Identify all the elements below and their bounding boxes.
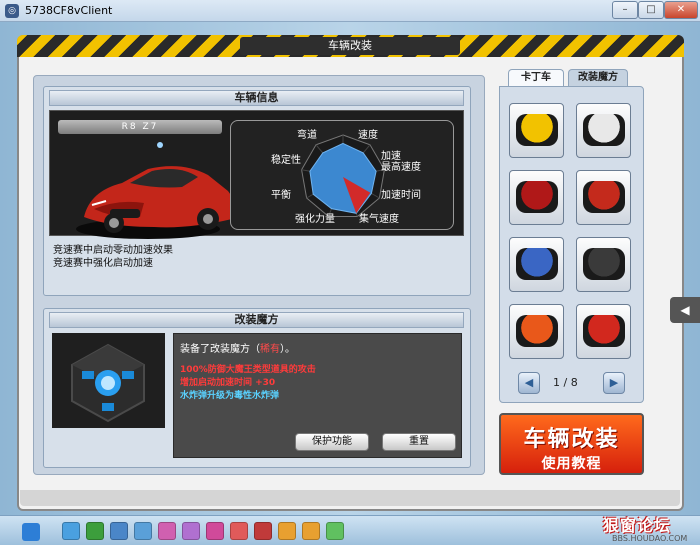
tab-karts[interactable]: 卡丁车 (508, 69, 564, 86)
stat-label-speed: 速度 (358, 130, 378, 141)
effect-line: 竞速赛中强化启动加速 (53, 258, 153, 269)
kart-blue-red-icon (516, 248, 558, 280)
kart-slot[interactable] (509, 170, 564, 225)
effect-line: 竞速赛中启动零动加速效果 (53, 245, 173, 256)
app-icon: ◎ (5, 4, 19, 18)
protect-function-button[interactable]: 保护功能 (295, 433, 369, 451)
taskbar-app-icon[interactable] (110, 522, 128, 540)
taskbar-app-icon[interactable] (254, 522, 272, 540)
kart-slot[interactable] (509, 237, 564, 292)
mod-effect-line-3: 水炸弹升级为毒性水炸弹 (180, 391, 280, 401)
kart-red-black-1-icon (516, 181, 558, 213)
kart-slot[interactable] (576, 103, 631, 158)
taskbar-app-icon[interactable] (158, 522, 176, 540)
dialog-title: 车辆改装 (240, 37, 460, 55)
taskbar-app-icon[interactable] (182, 522, 200, 540)
minimize-button[interactable]: – (612, 1, 638, 19)
kart-red-black-2-icon (583, 181, 625, 213)
stat-label-accel-time: 加速时间 (381, 190, 421, 201)
mod-effect-line-2: 增加启动加速时间 +30 (180, 378, 276, 388)
watermark-logo: 狠窗论坛 (603, 516, 672, 535)
stat-label-enhance-power: 强化力量 (295, 214, 335, 225)
dialog-footer (20, 490, 680, 506)
taskbar-app-icon[interactable] (230, 522, 248, 540)
taskbar-app-icon[interactable] (86, 522, 104, 540)
rarity-label: 稀有 (260, 344, 280, 355)
mod-cube-header: 改装魔方 (49, 312, 464, 328)
taskbar (0, 515, 700, 545)
tab-mod-cube[interactable]: 改装魔方 (568, 69, 628, 86)
mod-cube-intro: 装备了改装魔方（稀有）。 (180, 340, 295, 355)
stat-label-boost-charge: 集气速度 (359, 214, 399, 225)
stat-label-cornering: 弯道 (297, 130, 317, 141)
vehicle-effects: 竞速赛中启动零动加速效果 竞速赛中强化启动加速 (53, 244, 173, 270)
watermark-url: BBS.HOUDAO.COM (612, 534, 688, 543)
kart-slot[interactable] (576, 237, 631, 292)
side-panel-toggle[interactable]: ◀ (670, 297, 700, 323)
kart-red-white-icon (583, 315, 625, 347)
mod-cube-icon (71, 343, 145, 423)
taskbar-app-icon[interactable] (326, 522, 344, 540)
kart-slot[interactable] (576, 304, 631, 359)
start-icon[interactable] (22, 523, 40, 541)
stats-radar-chart: 弯道 速度 加速 最高速度 加速时间 集气速度 强化力量 平衡 稳定性 (230, 120, 454, 230)
taskbar-app-icon[interactable] (134, 522, 152, 540)
kart-white-red-icon (583, 114, 625, 146)
intro-prefix: 装备了改装魔方（ (180, 344, 260, 355)
maximize-button[interactable]: □ (638, 1, 664, 19)
stat-label-balance: 平衡 (271, 190, 291, 201)
car-name: R8 Z7 (58, 120, 222, 134)
taskbar-app-icon[interactable] (62, 522, 80, 540)
taskbar-app-icon[interactable] (302, 522, 320, 540)
mod-cube-preview (52, 333, 165, 428)
next-page-button[interactable]: ▶ (603, 372, 625, 394)
vehicle-info-header: 车辆信息 (49, 90, 464, 106)
kart-slot[interactable] (576, 170, 631, 225)
mod-effect-line-1: 100%防御大魔王类型道具的攻击 (180, 365, 316, 375)
intro-suffix: ）。 (280, 344, 295, 355)
kart-orange-face-icon (516, 315, 558, 347)
taskbar-app-icon[interactable] (278, 522, 296, 540)
mod-cube-info-panel: 装备了改装魔方（稀有）。 100%防御大魔王类型道具的攻击 增加启动加速时间 +… (173, 333, 462, 458)
kart-slot[interactable] (509, 103, 564, 158)
window-titlebar: ◎ 5738CF8vClient – □ ✕ (0, 0, 700, 22)
reset-button[interactable]: 重置 (382, 433, 456, 451)
page-indicator: 1 / 8 (553, 376, 578, 389)
kart-yellow-icon (516, 114, 558, 146)
prev-page-button[interactable]: ◀ (518, 372, 540, 394)
window-title: 5738CF8vClient (25, 4, 113, 17)
kart-black-icon (583, 248, 625, 280)
stat-label-top-speed: 最高速度 (381, 162, 421, 173)
kart-slot[interactable] (509, 304, 564, 359)
close-button[interactable]: ✕ (664, 1, 698, 19)
tutorial-title: 车辆改装 (523, 427, 620, 452)
car-image (76, 142, 239, 239)
stat-label-stability: 稳定性 (271, 155, 301, 166)
tutorial-subtitle: 使用教程 (541, 456, 602, 472)
tutorial-button[interactable]: 车辆改装 使用教程 (499, 413, 644, 475)
radar-svg (301, 134, 385, 217)
taskbar-app-icon[interactable] (206, 522, 224, 540)
